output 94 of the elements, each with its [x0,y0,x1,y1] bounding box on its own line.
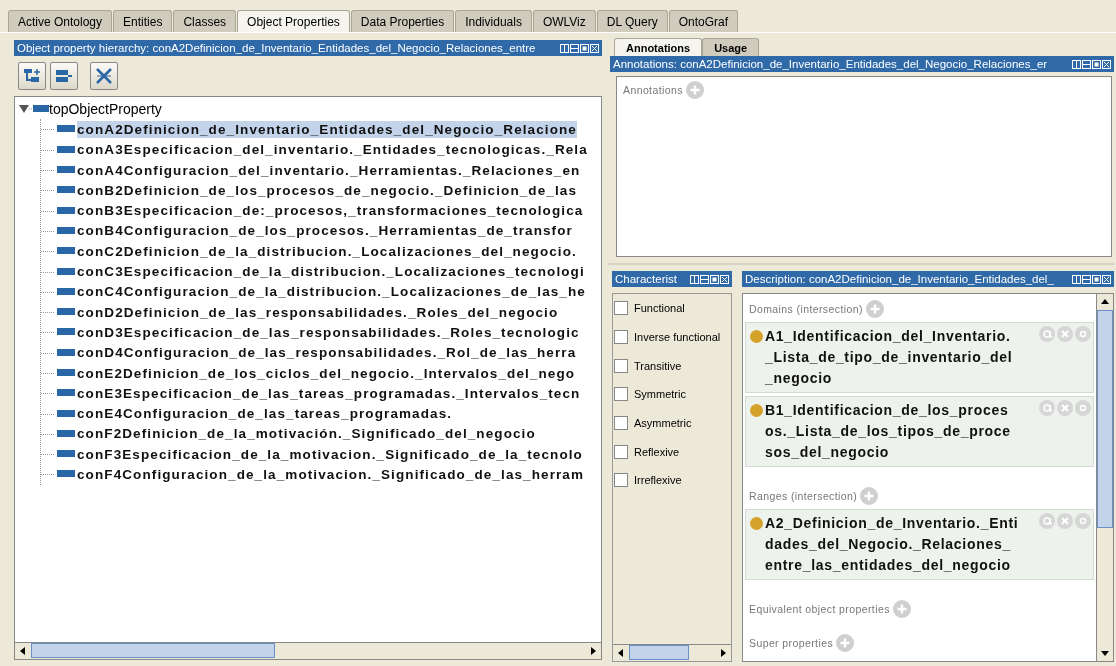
horizontal-scrollbar[interactable] [15,642,601,659]
toolbar-button[interactable] [90,62,118,90]
checkbox[interactable] [614,387,628,402]
maximize-icon[interactable] [1092,274,1101,284]
tree-item[interactable]: conC4Configuracion_de_la_distribucion._Localizaciones_de_las_he [77,283,586,301]
minimize-icon[interactable] [1082,274,1091,284]
entry-text: B1_Identificacion_de_los_proces os._Lista_de_los_tipos_de_proce sos_del_negocio [765,401,1012,462]
tree-item[interactable]: conF2Definicion_de_la_motivación._Significado_del_negocio [77,425,536,443]
delete-icon [94,66,114,86]
checkbox-label: Symmetric [634,388,686,401]
tab[interactable]: Classes [173,10,237,32]
tree-item[interactable]: conA2Definicion_de_Inventario_Entidades_del_Negocio_Relacione [77,120,577,138]
checkbox[interactable] [614,416,628,431]
property-icon [41,368,77,378]
property-icon [41,347,77,358]
tree-item[interactable]: conE2Definicion_de_los_ciclos_del_negocio._Intervalos_del_nego [77,364,576,382]
checkbox-label: Irreflexive [634,474,682,487]
tree-item[interactable]: conD4Configuracion_de_las_responsabilidades._Rol_de_las_herra [77,344,577,362]
maximize-icon[interactable] [1092,59,1101,69]
tree-item[interactable]: conB4Configuracion_de_los_procesos._Herramientas_de_transfor [77,222,573,240]
scroll-down-icon[interactable] [1100,649,1110,657]
vertical-scrollbar[interactable] [1096,294,1113,661]
checkbox-label: Asymmetric [634,417,692,430]
tree-item[interactable]: conB3Especificacion_de:_procesos,_transformaciones_tecnologica [77,202,584,220]
property-icon [41,205,77,216]
checkbox[interactable] [614,330,628,345]
tab[interactable]: Entities [113,10,173,32]
panel-title: Annotations: conA2Definicion_de_Inventario_Entidades_del_Negocio_Relaciones_er [613,58,1049,70]
close-icon[interactable] [1102,59,1111,69]
tree-item[interactable]: conA4Configuracion_del_inventario._Herramientas._Relaciones_en [77,161,581,179]
split-icon[interactable] [560,43,569,53]
scroll-left-icon[interactable] [19,646,27,656]
toolbar-button[interactable] [50,62,78,90]
property-icon [41,388,77,399]
tab[interactable]: Object Properties [237,10,350,32]
scroll-up-icon[interactable] [1100,298,1110,306]
tab[interactable]: Annotations [614,38,703,56]
split-icon[interactable] [1072,59,1081,69]
panel-title: Object property hierarchy: conA2Definicion_de_Inventario_Entidades_del_Negocio_Relaciones_entre [17,42,537,54]
split-icon[interactable] [1072,274,1081,284]
tab[interactable]: Individuals [455,10,532,32]
section-label: Domains (intersection) [749,303,863,315]
tree-item[interactable]: conF4Configuracion_de_la_motivacion._Significado_de_las_herram [77,466,585,483]
property-icon [41,225,77,236]
tab[interactable]: Active Ontology [8,10,113,32]
scroll-left-icon[interactable] [617,648,625,658]
checkbox[interactable] [614,444,628,459]
panel-title: Description: conA2Definicion_de_Inventario_Entidades_del_ [745,273,1055,285]
tree-item[interactable]: conE3Especificacion_de_las_tareas_programadas._Intervalos_tecn [77,384,581,402]
entry-text: A2_Definicion_de_Inventario._Enti dades_del_Negocio._Relaciones_ entre_las_entidades_del_negocio [765,514,1020,575]
tree-item[interactable]: conD2Definicion_de_las_responsabilidades._Roles_del_negocio [77,303,559,321]
tree-item[interactable]: conC2Definicion_de_la_distribucion._Localizaciones_del_negocio. [77,242,577,260]
checkbox-label: Reflexive [634,445,680,458]
checkbox[interactable] [614,358,628,373]
minimize-icon[interactable] [700,274,709,284]
property-icon [41,124,77,135]
property-icon [41,246,77,257]
tree-item[interactable]: conE4Configuracion_de_las_tareas_programadas. [77,405,453,423]
section-label: Annotations [623,84,683,96]
tab[interactable]: Usage [702,38,760,56]
minimize-icon[interactable] [570,43,579,53]
close-icon[interactable] [1102,274,1111,284]
tab[interactable]: OWLViz [532,10,596,32]
panel-title: Characterist [615,273,678,285]
checkbox[interactable] [614,473,628,488]
horizontal-scrollbar[interactable] [613,644,731,661]
tree-item[interactable]: conD3Especificacion_de_las_responsabilidades._Roles_tecnologic [77,323,580,341]
scroll-right-icon[interactable] [589,646,597,656]
tab[interactable]: Data Properties [350,10,455,32]
close-icon[interactable] [720,274,729,284]
split-icon[interactable] [690,274,699,284]
entry-text: A1_Identificacion_del_Inventario. _Lista_de_tipo_de_inventario_del _negocio [765,327,1014,388]
section-label: Super properties [749,637,834,649]
checkbox-label: Inverse functional [634,331,721,344]
section-label: Equivalent object properties [749,603,890,615]
tree-item[interactable]: conF3Especificacion_de_la_motivacion._Significado_de_la_tecnolo [77,445,583,463]
tree-item[interactable]: topObjectProperty [49,101,162,118]
checkbox-label: Transitive [634,359,682,372]
maximize-icon[interactable] [710,274,719,284]
tree-item[interactable]: conC3Especificacion_de_la_distribucion._Localizaciones_tecnologi [77,263,585,280]
checkbox[interactable] [614,301,628,316]
tree-item[interactable]: conA3Especificacion_del_inventario._Entidades_tecnologicas._Rela [77,141,588,159]
property-icon [29,104,49,115]
close-icon[interactable] [590,43,599,53]
checkbox-label: Functional [634,302,685,315]
toolbar-button[interactable] [18,62,46,90]
section-label: Ranges (intersection) [749,490,858,502]
maximize-icon[interactable] [580,43,589,53]
tab[interactable]: DL Query [596,10,668,32]
minimize-icon[interactable] [1082,59,1091,69]
expanded-icon[interactable] [19,104,29,115]
scroll-right-icon[interactable] [719,648,727,658]
tab[interactable]: OntoGraf [668,10,739,32]
tree-item[interactable]: conB2Definicion_de_los_procesos_de_negocio._Definicion_de_las [77,181,577,199]
